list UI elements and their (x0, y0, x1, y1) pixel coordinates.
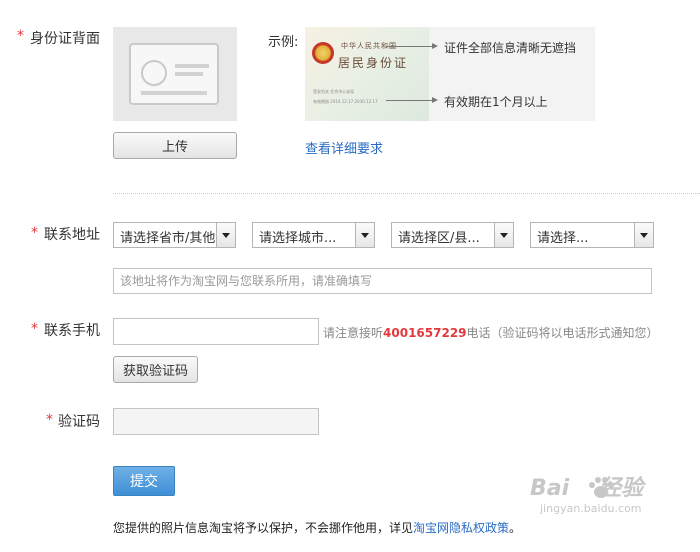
note-validity: 有效期在1个月以上 (444, 95, 548, 109)
pointer-line-icon (386, 46, 432, 47)
captcha-label: 验证码 (58, 414, 100, 430)
note-all-info: 证件全部信息清晰无遮挡 (444, 41, 577, 55)
privacy-end: 。 (509, 521, 522, 535)
street-select-value: 请选择... (537, 231, 589, 246)
paw-icon (589, 477, 614, 498)
required-mark: * (46, 412, 53, 428)
get-code-button[interactable]: 获取验证码 (113, 356, 198, 383)
dropdown-button[interactable] (634, 223, 653, 247)
chevron-down-icon (361, 233, 369, 238)
district-select[interactable]: 请选择区/县... (391, 222, 514, 248)
phone-hint: 请注意接听4001657229电话（验证码将以电话形式通知您） (323, 324, 659, 341)
required-mark: * (31, 225, 38, 241)
phone-input[interactable] (113, 318, 319, 345)
street-select[interactable]: 请选择... (530, 222, 654, 248)
example-card-authority: 签发机关 北京市公安局 (313, 89, 355, 94)
chevron-down-icon (222, 233, 230, 238)
card-line-icon (141, 91, 207, 95)
example-card-validity: 有效期限 2010.12.17-2030.12.17 (313, 99, 378, 104)
card-line-icon (175, 64, 209, 68)
chevron-down-icon (500, 233, 508, 238)
district-select-value: 请选择区/县... (398, 231, 480, 246)
hotline-number: 4001657229 (383, 326, 467, 340)
example-label: 示例: (268, 35, 299, 50)
emblem-icon (141, 60, 167, 86)
detail-requirements-link[interactable]: 查看详细要求 (305, 138, 383, 157)
captcha-input[interactable] (113, 408, 319, 435)
required-mark: * (31, 321, 38, 337)
address-detail-input[interactable] (113, 268, 652, 294)
dropdown-button[interactable] (216, 223, 235, 247)
province-select-value: 请选择省市/其他... (120, 231, 228, 246)
privacy-policy-link[interactable]: 淘宝网隐私权政策 (413, 521, 509, 535)
example-id-card: 中华人民共和国 居民身份证 签发机关 北京市公安局 有效期限 2010.12.1… (305, 27, 429, 121)
arrow-right-icon (432, 97, 438, 103)
required-mark: * (17, 28, 24, 44)
pointer-line-icon (386, 100, 432, 101)
section-divider (113, 193, 700, 194)
submit-button[interactable]: 提交 (113, 466, 175, 496)
privacy-text: 您提供的照片信息淘宝将予以保护，不会挪作他用，详见 (113, 521, 414, 535)
id-card-back-icon (129, 43, 219, 105)
phone-label: 联系手机 (44, 323, 100, 339)
chevron-down-icon (640, 233, 648, 238)
privacy-note: 您提供的照片信息淘宝将予以保护，不会挪作他用，详见淘宝网隐私权政策。 (113, 519, 521, 536)
dropdown-button[interactable] (494, 223, 513, 247)
upload-button[interactable]: 上传 (113, 132, 237, 159)
city-select-value: 请选择城市... (259, 231, 337, 246)
phone-hint-prefix: 请注意接听 (323, 326, 384, 340)
card-line-icon (175, 72, 203, 76)
province-select[interactable]: 请选择省市/其他... (113, 222, 236, 248)
watermark-left: Bai (530, 476, 570, 501)
address-label: 联系地址 (44, 227, 100, 243)
example-card-line2: 居民身份证 (338, 56, 409, 70)
arrow-right-icon (432, 43, 438, 49)
baidu-jingyan-watermark: Bai 经验 jingyan.baidu.com (530, 470, 695, 542)
dropdown-button[interactable] (355, 223, 374, 247)
city-select[interactable]: 请选择城市... (252, 222, 375, 248)
id-back-label: 身份证背面 (30, 31, 100, 47)
phone-hint-suffix: 电话（验证码将以电话形式通知您） (466, 326, 659, 340)
watermark-url: jingyan.baidu.com (540, 502, 642, 515)
national-emblem-icon (312, 42, 334, 64)
